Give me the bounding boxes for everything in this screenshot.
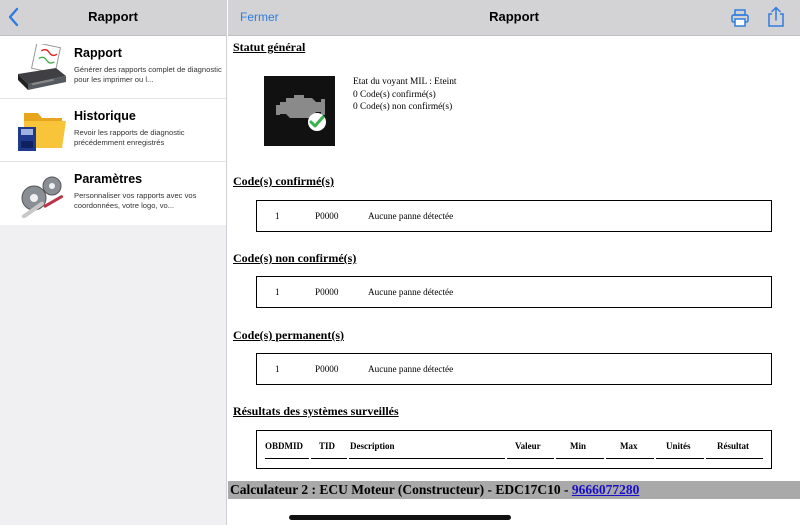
ecu-id-link[interactable]: 9666077280 <box>572 482 640 497</box>
header-underline <box>349 458 505 459</box>
mil-status: Etat du voyant MIL : Eteint 0 Code(s) co… <box>353 76 457 114</box>
systems-table: OBDMID TID Description Valeur Min Max Un… <box>256 430 772 469</box>
report-document: Statut général Etat du voyant MIL : Etei… <box>228 36 800 525</box>
sidebar-item-desc: Personnaliser vos rapports avec vos coor… <box>74 191 197 210</box>
ecu-banner: Calculateur 2 : ECU Moteur (Constructeur… <box>228 481 800 499</box>
report-title: Rapport <box>489 9 539 24</box>
header-underline <box>265 458 309 459</box>
column-header: Résultat <box>717 441 749 451</box>
code-description: Aucune panne détectée <box>368 211 454 221</box>
header-underline <box>311 458 347 459</box>
code-value: P0000 <box>315 364 339 374</box>
printer-report-icon <box>18 44 66 90</box>
ecu-banner-text: Calculateur 2 : ECU Moteur (Constructeur… <box>230 482 572 497</box>
code-number: 1 <box>275 364 280 374</box>
status-title: Statut général <box>233 40 306 54</box>
permanent-codes-table: 1 P0000 Aucune panne détectée <box>256 353 772 385</box>
sidebar-menu: Rapport Générer des rapports complet de … <box>0 36 226 225</box>
confirmed-codes-title: Code(s) confirmé(s) <box>233 174 334 188</box>
sidebar-item-title: Historique <box>74 109 136 123</box>
header-underline <box>556 458 604 459</box>
column-header: OBDMID <box>265 441 303 451</box>
code-description: Aucune panne détectée <box>368 364 454 374</box>
header-underline <box>606 458 654 459</box>
code-value: P0000 <box>315 211 339 221</box>
sidebar-title: Rapport <box>88 9 138 24</box>
report-header: Fermer Rapport <box>228 0 800 36</box>
sidebar-item-title: Rapport <box>74 46 122 60</box>
mil-line: 0 Code(s) confirmé(s) <box>353 89 436 100</box>
sidebar-item-historique[interactable]: Historique Revoir les rapports de diagno… <box>0 99 226 162</box>
unconfirmed-codes-table: 1 P0000 Aucune panne détectée <box>256 276 772 308</box>
code-number: 1 <box>275 211 280 221</box>
column-header: Description <box>350 441 395 451</box>
column-header: Max <box>620 441 638 451</box>
printer-icon[interactable] <box>730 8 750 28</box>
sidebar-item-parametres[interactable]: Paramètres Personnaliser vos rapports av… <box>0 162 226 225</box>
mil-line: Etat du voyant MIL : Eteint <box>353 77 457 87</box>
mil-line: 0 Code(s) non confirmé(s) <box>353 102 453 112</box>
home-indicator[interactable] <box>289 515 511 520</box>
sidebar-item-title: Paramètres <box>74 172 143 186</box>
sidebar-header: Rapport <box>0 0 226 36</box>
folder-history-icon <box>18 113 66 151</box>
header-underline <box>507 458 554 459</box>
column-header: Min <box>570 441 587 451</box>
sidebar-item-desc: Revoir les rapports de diagnostic précéd… <box>74 128 185 147</box>
gears-settings-icon <box>21 176 63 218</box>
sidebar-item-desc: Générer des rapports complet de diagnost… <box>74 65 222 84</box>
code-description: Aucune panne détectée <box>368 287 454 297</box>
share-icon[interactable] <box>766 6 786 28</box>
unconfirmed-codes-title: Code(s) non confirmé(s) <box>233 251 357 265</box>
code-value: P0000 <box>315 287 339 297</box>
permanent-codes-title: Code(s) permanent(s) <box>233 328 344 342</box>
engine-check-icon <box>264 76 335 146</box>
column-header: Valeur <box>515 441 541 451</box>
header-underline <box>656 458 704 459</box>
header-underline <box>706 458 763 459</box>
confirmed-codes-table: 1 P0000 Aucune panne détectée <box>256 200 772 232</box>
systems-title: Résultats des systèmes surveillés <box>233 404 399 418</box>
report-panel: Fermer Rapport Statut général Etat du vo… <box>228 0 800 525</box>
sidebar: Rapport Rapport Générer des rapports com… <box>0 0 227 525</box>
column-header: Unités <box>666 441 691 451</box>
code-number: 1 <box>275 287 280 297</box>
sidebar-item-rapport[interactable]: Rapport Générer des rapports complet de … <box>0 36 226 99</box>
column-header: TID <box>319 441 336 451</box>
